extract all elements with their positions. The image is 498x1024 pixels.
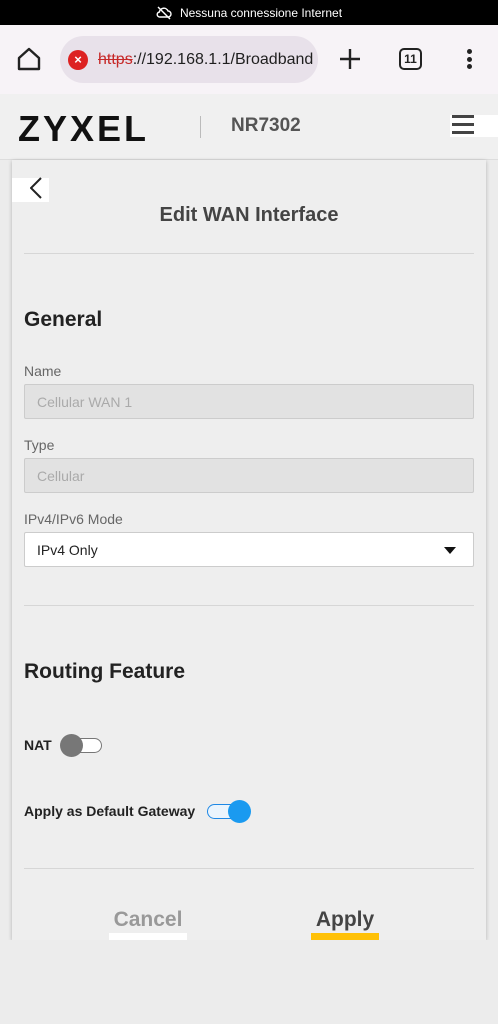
url-scheme: https — [98, 50, 133, 68]
default-gateway-label: Apply as Default Gateway — [24, 803, 196, 819]
divider — [24, 605, 474, 606]
browser-toolbar: × https ://192.168.1.1/Broadband 11 — [0, 25, 498, 94]
dropdown-arrow-icon — [444, 547, 456, 554]
zyxel-logo: ZYXEL — [18, 108, 150, 149]
type-value: Cellular — [37, 467, 85, 484]
apply-button[interactable]: Apply — [311, 908, 379, 940]
app-header: ZYXEL NR7302 — [0, 94, 498, 160]
tab-count: 11 — [404, 52, 417, 66]
header-divider — [200, 116, 201, 138]
tab-switcher-button[interactable]: 11 — [399, 48, 422, 70]
edit-wan-card: Edit WAN Interface General Name Cellular… — [12, 160, 486, 940]
url-bar[interactable]: × https ://192.168.1.1/Broadband — [60, 36, 318, 83]
cloud-off-icon — [156, 6, 172, 20]
divider — [24, 868, 474, 869]
not-secure-icon[interactable]: × — [68, 49, 88, 70]
more-menu-icon[interactable] — [460, 46, 478, 72]
url-path: ://192.168.1.1/Broadband — [132, 50, 314, 68]
back-button[interactable] — [12, 176, 49, 204]
status-text: Nessuna connessione Internet — [179, 5, 343, 20]
new-tab-icon[interactable] — [337, 46, 363, 72]
default-gateway-toggle[interactable] — [205, 800, 252, 823]
nat-row: NAT — [24, 734, 104, 757]
type-label: Type — [24, 437, 55, 453]
divider — [24, 253, 474, 254]
chevron-left-icon — [29, 176, 42, 204]
nat-toggle[interactable] — [59, 734, 104, 757]
ip-mode-value: IPv4 Only — [37, 541, 98, 558]
name-field: Cellular WAN 1 — [24, 384, 474, 419]
type-field: Cellular — [24, 458, 474, 493]
home-icon[interactable] — [15, 45, 43, 73]
section-title-routing: Routing Feature — [24, 660, 185, 683]
ip-mode-select[interactable]: IPv4 Only — [24, 532, 474, 567]
page-title: Edit WAN Interface — [159, 204, 339, 226]
name-value: Cellular WAN 1 — [37, 393, 133, 410]
cancel-button[interactable]: Cancel — [109, 908, 187, 940]
page-background — [0, 940, 498, 1024]
status-bar: Nessuna connessione Internet — [0, 0, 498, 25]
section-title-general: General — [24, 308, 103, 331]
model-name: NR7302 — [231, 115, 301, 136]
hamburger-menu-icon[interactable] — [450, 115, 498, 137]
default-gateway-row: Apply as Default Gateway — [24, 800, 252, 823]
mode-label: IPv4/IPv6 Mode — [24, 511, 123, 527]
nat-label: NAT — [24, 737, 52, 753]
name-label: Name — [24, 363, 62, 379]
